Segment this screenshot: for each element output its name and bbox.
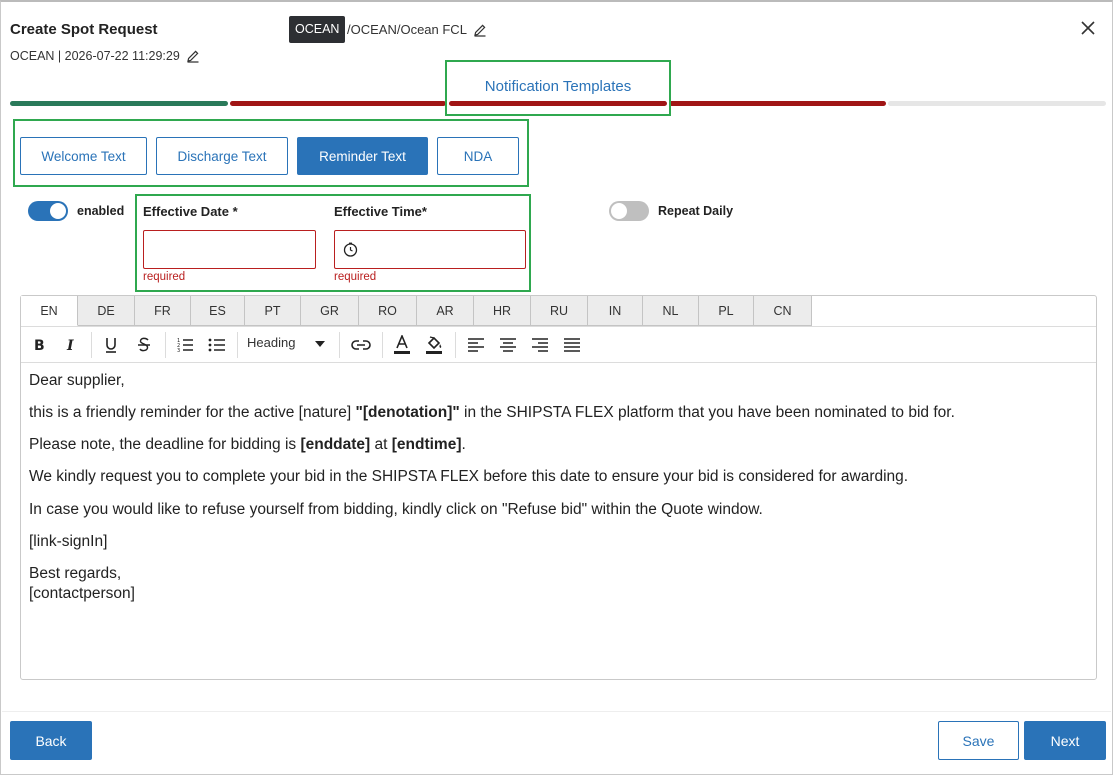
align-left-icon[interactable]	[465, 334, 487, 356]
effective-time-label: Effective Time*	[334, 204, 427, 219]
reminder-text-button[interactable]: Reminder Text	[297, 137, 428, 175]
effective-time-error: required	[334, 271, 377, 283]
effective-date-error: required	[143, 271, 186, 283]
denotation-placeholder: "[denotation]"	[355, 404, 460, 422]
caret-down-icon	[315, 335, 326, 350]
enddate-placeholder: [enddate]	[300, 436, 371, 454]
toolbar-separator	[455, 332, 456, 358]
svg-text:B: B	[34, 338, 45, 353]
language-tab-in[interactable]: IN	[588, 296, 643, 326]
link-icon[interactable]	[349, 334, 373, 356]
progress-step-1	[10, 101, 228, 106]
language-tab-en[interactable]: EN	[21, 296, 78, 326]
align-center-icon[interactable]	[497, 334, 519, 356]
enabled-toggle[interactable]	[28, 201, 68, 221]
edit-path-pencil-icon[interactable]	[473, 23, 487, 37]
language-tab-fr[interactable]: FR	[135, 296, 191, 326]
strikethrough-icon[interactable]	[134, 334, 154, 356]
mode-badge: OCEAN	[289, 16, 346, 43]
toolbar-separator	[237, 332, 238, 358]
language-tab-nl[interactable]: NL	[643, 296, 699, 326]
current-step-highlight: Notification Templates	[445, 60, 671, 116]
mode-path-text: /OCEAN/Ocean FCL	[347, 22, 467, 37]
body-greeting: Dear supplier,	[29, 372, 125, 389]
repeat-daily-toggle-knob	[611, 203, 627, 219]
toolbar-separator	[339, 332, 340, 358]
ordered-list-icon[interactable]: 123	[174, 334, 196, 356]
bold-icon[interactable]: B	[29, 334, 49, 356]
align-justify-icon[interactable]	[561, 334, 583, 356]
progress-step-4	[669, 101, 886, 106]
body-line-2-part-a: Please note, the deadline for bidding is	[29, 436, 301, 454]
svg-text:I: I	[66, 338, 74, 353]
effective-time-input[interactable]	[334, 230, 526, 269]
body-line-2-part-e: .	[461, 436, 466, 454]
body-line-1-part-a: this is a friendly reminder for the acti…	[29, 404, 356, 422]
save-button[interactable]: Save	[938, 721, 1019, 760]
repeat-daily-toggle[interactable]	[609, 201, 649, 221]
language-tab-ar[interactable]: AR	[417, 296, 474, 326]
dialog-title: Create Spot Request	[10, 21, 158, 38]
toolbar-separator	[382, 332, 383, 358]
bullet-list-icon[interactable]	[206, 334, 228, 356]
endtime-placeholder: [endtime]	[391, 436, 462, 454]
close-icon[interactable]	[1079, 19, 1097, 42]
body-line-1: this is a friendly reminder for the acti…	[29, 403, 1086, 423]
language-tab-de[interactable]: DE	[78, 296, 135, 326]
rich-text-editor: EN DE FR ES PT GR RO AR HR RU IN NL PL C…	[20, 295, 1097, 680]
request-subtitle: OCEAN | 2026-07-22 11:29:29	[10, 49, 200, 63]
request-meta: OCEAN | 2026-07-22 11:29:29	[10, 49, 180, 63]
footer-divider	[2, 711, 1111, 712]
body-line-1-part-c: in the SHIPSTA FLEX platform that you ha…	[459, 404, 955, 422]
language-tab-ru[interactable]: RU	[531, 296, 588, 326]
body-line-5: [link-signIn]	[29, 532, 108, 550]
body-line-2-part-c: at	[370, 436, 392, 454]
language-tabs: EN DE FR ES PT GR RO AR HR RU IN NL PL C…	[21, 296, 812, 326]
italic-icon[interactable]: I	[61, 334, 81, 356]
align-right-icon[interactable]	[529, 334, 551, 356]
effective-date-input[interactable]	[143, 230, 316, 269]
language-tab-pt[interactable]: PT	[245, 296, 301, 326]
body-line-3: We kindly request you to complete your b…	[29, 468, 909, 486]
progress-step-2	[230, 101, 446, 106]
nda-button[interactable]: NDA	[437, 137, 519, 175]
editor-content[interactable]: Dear supplier, this is a friendly remind…	[29, 371, 1086, 604]
language-tab-gr[interactable]: GR	[301, 296, 359, 326]
edit-meta-pencil-icon[interactable]	[186, 49, 200, 63]
toolbar-separator	[91, 332, 92, 358]
body-line-2: Please note, the deadline for bidding is…	[29, 435, 1086, 455]
clock-icon	[343, 242, 358, 262]
toolbar-separator	[165, 332, 166, 358]
current-step-label: Notification Templates	[484, 78, 632, 95]
next-button[interactable]: Next	[1024, 721, 1106, 760]
body-line-4: In case you would like to refuse yoursel…	[29, 500, 763, 518]
language-tab-es[interactable]: ES	[191, 296, 245, 326]
mode-path: /OCEAN/Ocean FCL	[347, 22, 487, 37]
language-tab-pl[interactable]: PL	[699, 296, 754, 326]
text-color-icon[interactable]	[391, 334, 413, 356]
effective-date-label: Effective Date *	[143, 204, 238, 219]
language-tab-hr[interactable]: HR	[474, 296, 531, 326]
repeat-daily-label: Repeat Daily	[658, 204, 734, 218]
body-closing: Best regards,	[29, 564, 122, 582]
back-button[interactable]: Back	[10, 721, 92, 760]
enabled-toggle-knob	[50, 203, 66, 219]
language-tab-cn[interactable]: CN	[754, 296, 812, 326]
discharge-text-button[interactable]: Discharge Text	[156, 137, 288, 175]
body-signature: [contactperson]	[29, 584, 135, 602]
svg-text:3: 3	[177, 348, 180, 353]
language-tab-ro[interactable]: RO	[359, 296, 417, 326]
background-color-icon[interactable]	[423, 334, 445, 356]
enabled-label: enabled	[77, 204, 125, 218]
welcome-text-button[interactable]: Welcome Text	[20, 137, 147, 175]
progress-step-5	[888, 101, 1106, 106]
underline-icon[interactable]	[101, 334, 121, 356]
heading-select[interactable]: Heading	[247, 335, 326, 350]
editor-toolbar: B I 123 Heading	[21, 326, 1096, 363]
body-signoff: Best regards, [contactperson]	[29, 564, 1086, 604]
heading-select-value: Heading	[247, 335, 296, 350]
